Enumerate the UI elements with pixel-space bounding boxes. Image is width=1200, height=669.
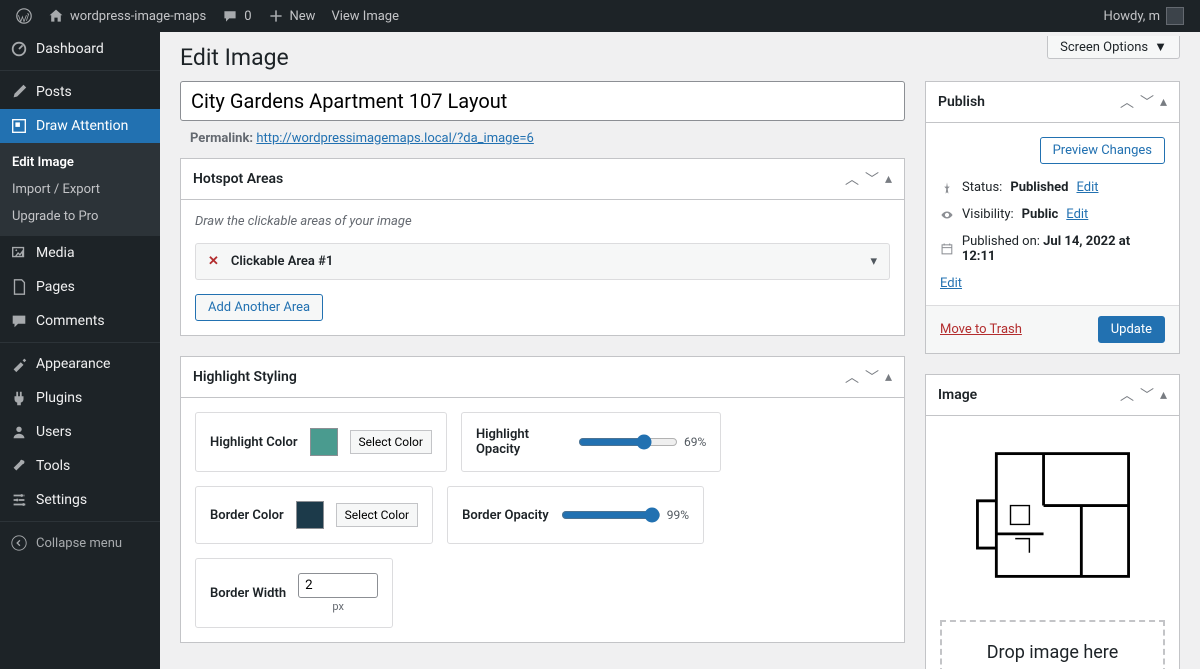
collapse-menu[interactable]: Collapse menu — [0, 526, 160, 560]
dropzone-label: Drop image here — [952, 642, 1153, 663]
select-border-color-button[interactable]: Select Color — [336, 503, 418, 527]
highlight-styling-box: Highlight Styling ︿ ﹀ ▴ Highlight Color — [180, 356, 905, 643]
border-opacity-label: Border Opacity — [462, 508, 549, 523]
submenu-draw-attention: Edit Image Import / Export Upgrade to Pr… — [0, 143, 160, 236]
hotspot-heading: Hotspot Areas — [193, 171, 283, 187]
move-down-icon[interactable]: ﹀ — [1140, 92, 1154, 112]
preview-changes-button[interactable]: Preview Changes — [1040, 137, 1165, 164]
hotspot-helper: Draw the clickable areas of your image — [195, 214, 890, 229]
menu-appearance[interactable]: Appearance — [0, 347, 160, 381]
edit-date-link[interactable]: Edit — [940, 276, 962, 291]
delete-area-icon[interactable]: ✕ — [208, 254, 219, 269]
highlight-color-swatch[interactable] — [310, 428, 338, 456]
pin-icon — [940, 181, 954, 195]
menu-pages[interactable]: Pages — [0, 270, 160, 304]
styling-heading: Highlight Styling — [193, 369, 297, 385]
edit-status-link[interactable]: Edit — [1076, 180, 1098, 195]
move-up-icon[interactable]: ︿ — [1120, 385, 1134, 405]
highlight-opacity-cell: Highlight Opacity 69% — [461, 412, 721, 472]
menu-tools[interactable]: Tools — [0, 449, 160, 483]
menu-posts[interactable]: Posts — [0, 75, 160, 109]
image-box-heading: Image — [938, 387, 977, 403]
menu-plugins[interactable]: Plugins — [0, 381, 160, 415]
submenu-upgrade[interactable]: Upgrade to Pro — [0, 203, 160, 230]
border-color-label: Border Color — [210, 508, 284, 523]
move-to-trash-link[interactable]: Move to Trash — [940, 322, 1022, 337]
add-another-area-button[interactable]: Add Another Area — [195, 294, 323, 321]
title-input[interactable] — [180, 81, 905, 121]
eye-icon — [940, 208, 954, 222]
highlight-color-cell: Highlight Color Select Color — [195, 412, 447, 472]
admin-toolbar: wordpress-image-maps 0 New View Image Ho… — [0, 0, 1200, 32]
toggle-panel-icon[interactable]: ▴ — [1160, 94, 1167, 110]
calendar-icon — [940, 242, 954, 256]
border-color-swatch[interactable] — [296, 501, 324, 529]
border-color-cell: Border Color Select Color — [195, 486, 433, 544]
main-content: Screen Options▼ Edit Image Permalink: ht… — [160, 32, 1200, 669]
clickable-area-row[interactable]: ✕ Clickable Area #1 ▾ — [195, 243, 890, 280]
border-width-input[interactable] — [298, 573, 378, 598]
image-box: Image ︿ ﹀ ▴ — [925, 374, 1180, 669]
toggle-panel-icon[interactable]: ▴ — [1160, 387, 1167, 403]
comments-link[interactable]: 0 — [214, 0, 259, 32]
site-link[interactable]: wordpress-image-maps — [40, 0, 214, 32]
expand-area-icon[interactable]: ▾ — [870, 254, 877, 269]
border-width-cell: Border Width px — [195, 558, 393, 628]
wp-logo[interactable] — [8, 0, 40, 32]
highlight-color-label: Highlight Color — [210, 435, 298, 450]
permalink: Permalink: http://wordpressimagemaps.loc… — [180, 127, 905, 158]
page-title: Edit Image — [180, 32, 1180, 81]
select-highlight-color-button[interactable]: Select Color — [350, 430, 432, 454]
menu-media[interactable]: Media — [0, 236, 160, 270]
submenu-edit-image[interactable]: Edit Image — [0, 149, 160, 176]
update-button[interactable]: Update — [1098, 316, 1165, 343]
permalink-link[interactable]: http://wordpressimagemaps.local/?da_imag… — [256, 131, 534, 146]
publish-box: Publish ︿ ﹀ ▴ Preview Changes — [925, 81, 1180, 354]
screen-options-tab[interactable]: Screen Options▼ — [1047, 36, 1180, 59]
toggle-panel-icon[interactable]: ▴ — [885, 171, 892, 187]
avatar — [1166, 7, 1184, 25]
chevron-down-icon: ▼ — [1154, 39, 1167, 55]
menu-draw-attention[interactable]: Draw Attention — [0, 109, 160, 143]
highlight-opacity-label: Highlight Opacity — [476, 427, 566, 457]
border-opacity-slider[interactable] — [561, 507, 661, 523]
new-link[interactable]: New — [260, 0, 324, 32]
status-row: Status: Published Edit — [940, 174, 1165, 201]
image-dropzone[interactable]: Drop image here or — [940, 620, 1165, 669]
menu-comments[interactable]: Comments — [0, 304, 160, 338]
visibility-row: Visibility: Public Edit — [940, 201, 1165, 228]
toggle-panel-icon[interactable]: ▴ — [885, 369, 892, 385]
move-up-icon[interactable]: ︿ — [845, 169, 859, 189]
area-name: Clickable Area #1 — [231, 254, 871, 269]
border-opacity-value: 99% — [667, 508, 689, 522]
floorplan-preview[interactable] — [940, 430, 1165, 600]
menu-users[interactable]: Users — [0, 415, 160, 449]
hotspot-areas-box: Hotspot Areas ︿ ﹀ ▴ Draw the clickable a… — [180, 158, 905, 336]
move-down-icon[interactable]: ﹀ — [865, 367, 879, 387]
highlight-opacity-value: 69% — [684, 435, 706, 449]
move-down-icon[interactable]: ﹀ — [865, 169, 879, 189]
menu-settings[interactable]: Settings — [0, 483, 160, 517]
admin-sidebar: Dashboard Posts Draw Attention Edit Imag… — [0, 32, 160, 669]
move-up-icon[interactable]: ︿ — [1120, 92, 1134, 112]
submenu-import-export[interactable]: Import / Export — [0, 176, 160, 203]
view-image-link[interactable]: View Image — [323, 0, 407, 32]
user-menu[interactable]: Howdy, m — [1096, 0, 1192, 32]
move-up-icon[interactable]: ︿ — [845, 367, 859, 387]
publish-heading: Publish — [938, 94, 985, 110]
border-width-label: Border Width — [210, 586, 286, 601]
published-on-row: Published on: Jul 14, 2022 at 12:11 — [940, 228, 1165, 270]
border-width-unit: px — [332, 600, 344, 613]
menu-dashboard[interactable]: Dashboard — [0, 32, 160, 66]
move-down-icon[interactable]: ﹀ — [1140, 385, 1154, 405]
highlight-opacity-slider[interactable] — [578, 434, 678, 450]
edit-visibility-link[interactable]: Edit — [1066, 207, 1088, 222]
border-opacity-cell: Border Opacity 99% — [447, 486, 704, 544]
